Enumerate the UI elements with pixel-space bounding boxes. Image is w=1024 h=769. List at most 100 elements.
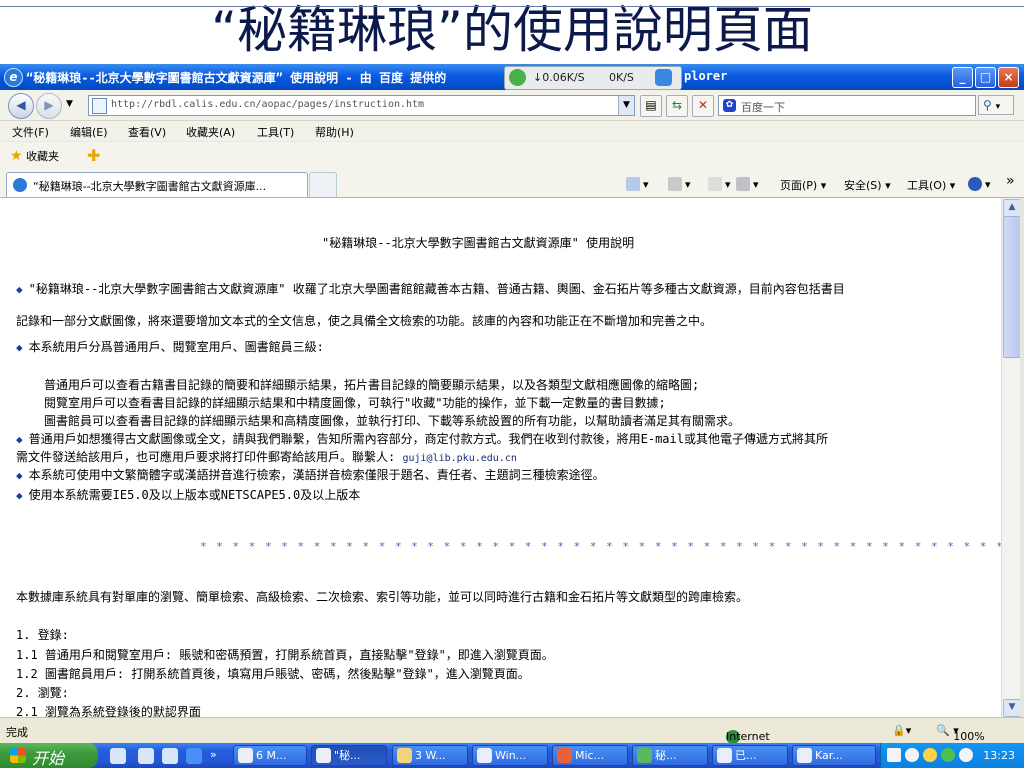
section-browse-2-1: 2.1 瀏覽為系統登錄後的默認界面 xyxy=(16,705,201,717)
star-divider: * * * * * * * * * * * * * * * * * * * * … xyxy=(200,540,1001,553)
quicklaunch-desktop-icon[interactable] xyxy=(110,748,126,764)
page-menu-label: 页面(P) xyxy=(780,179,818,192)
menu-favorites[interactable]: 收藏夹(A) xyxy=(186,124,235,140)
zoom-control[interactable]: 🔍 100% ▾ xyxy=(936,724,985,743)
search-input[interactable]: ✿ 百度一下 xyxy=(718,95,976,116)
minimize-button[interactable]: _ xyxy=(952,67,973,88)
protected-mode-icon[interactable]: 🔒▾ xyxy=(892,724,911,737)
refresh-icon[interactable]: ⇆ xyxy=(666,95,688,117)
task-mic[interactable]: Mic... xyxy=(552,745,628,766)
close-button[interactable]: × xyxy=(998,67,1019,88)
menu-edit[interactable]: 编辑(E) xyxy=(70,124,108,140)
task-mi[interactable]: 秘... xyxy=(632,745,708,766)
favorites-button[interactable]: ★ 收藏夹 xyxy=(10,148,59,164)
paragraph-contact: ◆ 普通用戶如想獲得古文獻圖像或全文，請與我們聯繫，告知所需內容部分，商定付款方式… xyxy=(16,430,828,447)
page-icon xyxy=(92,98,107,114)
compatibility-icon[interactable]: ▤ xyxy=(640,95,662,117)
stop-icon[interactable]: ✕ xyxy=(692,95,714,117)
folder-icon xyxy=(397,748,412,763)
favorites-label: 收藏夹 xyxy=(26,150,60,163)
user-level-librarian: 圖書館員可以查看書目記錄的詳細顯示結果和高精度圖像，並執行打印、下載等系統設置的… xyxy=(44,414,741,428)
history-dropdown-icon[interactable]: ▼ xyxy=(66,99,73,109)
task-kar[interactable]: Kar... xyxy=(792,745,876,766)
task-label: Mic... xyxy=(575,749,605,762)
quicklaunch-more-icon[interactable]: » xyxy=(210,748,217,761)
word-icon xyxy=(238,748,253,763)
tray-nav-icon[interactable] xyxy=(905,748,919,762)
page-content: "秘籍琳琅--北京大學數字圖書館古文獻資源庫" 使用說明 ◆ "秘籍琳琅--北京大… xyxy=(0,198,1001,717)
start-label: 开始 xyxy=(32,749,65,768)
print-button[interactable]: ▾ xyxy=(736,177,759,191)
back-button[interactable]: ◀ xyxy=(8,93,34,119)
user-level-reading-room: 閱覽室用戶可以查看書目記錄的詳細顯示結果和中精度圖像，可執行"收藏"功能的操作，… xyxy=(44,396,666,410)
section-login: 1. 登錄: xyxy=(16,628,69,642)
task-word[interactable]: 6 M... xyxy=(233,745,307,766)
help-button[interactable]: ▾ xyxy=(968,177,991,191)
tray-help-icon[interactable] xyxy=(887,748,901,762)
address-url[interactable]: http://rbdl.calis.edu.cn/aopac/pages/ins… xyxy=(111,99,424,110)
search-button[interactable]: ⚲ ▾ xyxy=(978,95,1014,115)
requirements-text: 使用本系統需要IE5.0及以上版本或NETSCAPE5.0及以上版本 xyxy=(28,488,361,502)
bullet-diamond-icon: ◆ xyxy=(16,341,23,354)
contact-line2: 需文件發送給該用戶，也可應用戶要求將打印件郵寄給該用戶。聯繫人: guji@li… xyxy=(16,448,517,465)
user-level-general: 普通用戶可以查看古籍書目記錄的簡要和詳細顯示結果，拓片書目記錄的簡要顯示結果，以… xyxy=(44,378,700,392)
mail-icon xyxy=(708,177,722,191)
baidu-icon: ✿ xyxy=(723,99,736,112)
tab-title: “秘籍琳琅--北京大學數字圖書館古文獻資源庫... xyxy=(33,180,267,193)
quicklaunch-ie-icon[interactable] xyxy=(186,748,202,764)
add-favorite-icon[interactable]: ✚ xyxy=(87,146,100,165)
page-menu[interactable]: 页面(P) ▾ xyxy=(780,177,826,193)
favorites-bar: ★ 收藏夹 ✚ xyxy=(0,142,1024,170)
tray-volume-icon[interactable] xyxy=(959,748,973,762)
maximize-button[interactable]: □ xyxy=(975,67,996,88)
scroll-down-icon[interactable]: ▼ xyxy=(1003,699,1021,717)
tools-menu-label: 工具(O) xyxy=(907,179,947,192)
address-dropdown-icon[interactable]: ▼ xyxy=(618,96,634,115)
menu-view[interactable]: 查看(V) xyxy=(128,124,166,140)
contact-line1: 普通用戶如想獲得古文獻圖像或全文，請與我們聯繫，告知所需內容部分，商定付款方式。… xyxy=(28,432,828,446)
menu-tools[interactable]: 工具(T) xyxy=(257,124,294,140)
safety-menu[interactable]: 安全(S) ▾ xyxy=(844,177,891,193)
task-ie-active[interactable]: "秘... xyxy=(311,745,387,766)
feeds-button[interactable]: ▾ xyxy=(668,177,691,191)
mail-button[interactable]: ▾ xyxy=(708,177,731,191)
paragraph-user-levels: ◆ 本系統用戶分爲普通用戶、閱覽室用戶、圖書館員三級: xyxy=(16,338,324,355)
menu-bar: 文件(F) 编辑(E) 查看(V) 收藏夹(A) 工具(T) 帮助(H) xyxy=(0,121,1024,141)
menu-file[interactable]: 文件(F) xyxy=(12,124,49,140)
magnifier-icon: ⚲ xyxy=(983,98,992,112)
start-button[interactable]: 开始 xyxy=(0,743,98,768)
contact-email-link[interactable]: guji@lib.pku.edu.cn xyxy=(402,453,516,464)
status-bar: 完成 Internet 🔒▾ 🔍 100% ▾ xyxy=(0,717,1024,744)
tab-current[interactable]: “秘籍琳琅--北京大學數字圖書館古文獻資源庫... xyxy=(6,172,308,197)
window-titlebar[interactable]: e “秘籍琳琅--北京大學數字圖書館古文獻資源庫” 使用說明 - 由 百度 提供… xyxy=(0,64,1024,90)
network-monitor-icon xyxy=(509,69,526,86)
quicklaunch-media-icon[interactable] xyxy=(138,748,154,764)
home-button[interactable]: ▾ xyxy=(626,177,649,191)
vertical-scrollbar[interactable]: ▲ ▼ xyxy=(1001,198,1021,717)
help-icon xyxy=(968,177,982,191)
tools-menu[interactable]: 工具(O) ▾ xyxy=(907,177,955,193)
task-yi[interactable]: 已... xyxy=(712,745,788,766)
search-dropdown-icon[interactable]: ▾ xyxy=(996,102,1001,112)
forward-button[interactable]: ▶ xyxy=(36,93,62,119)
scroll-up-icon[interactable]: ▲ xyxy=(1003,199,1021,217)
quicklaunch-app-icon[interactable] xyxy=(162,748,178,764)
windows-logo-icon xyxy=(10,748,26,763)
menu-help[interactable]: 帮助(H) xyxy=(315,124,354,140)
browser-window: e “秘籍琳琅--北京大學數字圖書館古文獻資源庫” 使用說明 - 由 百度 提供… xyxy=(0,64,1024,744)
address-field[interactable]: http://rbdl.calis.edu.cn/aopac/pages/ins… xyxy=(88,95,635,116)
ie-task-icon xyxy=(316,748,331,763)
new-tab-button[interactable] xyxy=(309,172,337,197)
title-rule xyxy=(0,6,1024,7)
tray-status-icon[interactable] xyxy=(941,748,955,762)
section-browse: 2. 瀏覽: xyxy=(16,686,69,700)
scroll-thumb[interactable] xyxy=(1003,216,1021,358)
network-speed-widget[interactable]: ↓0.06K/S 0K/S xyxy=(504,66,682,90)
task-win[interactable]: Win... xyxy=(472,745,548,766)
status-text: 完成 xyxy=(6,726,28,739)
paragraph-intro-line2: 記錄和一部分文獻圖像，將來還要增加文本式的全文信息，使之具備全文檢索的功能。該庫… xyxy=(16,314,713,328)
chevron-more-icon[interactable]: » xyxy=(1006,173,1015,189)
task-explorer[interactable]: 3 W... xyxy=(392,745,468,766)
tray-app-icon[interactable] xyxy=(923,748,937,762)
slide-title: “秘籍琳琅”的使用說明頁面 xyxy=(211,1,813,59)
